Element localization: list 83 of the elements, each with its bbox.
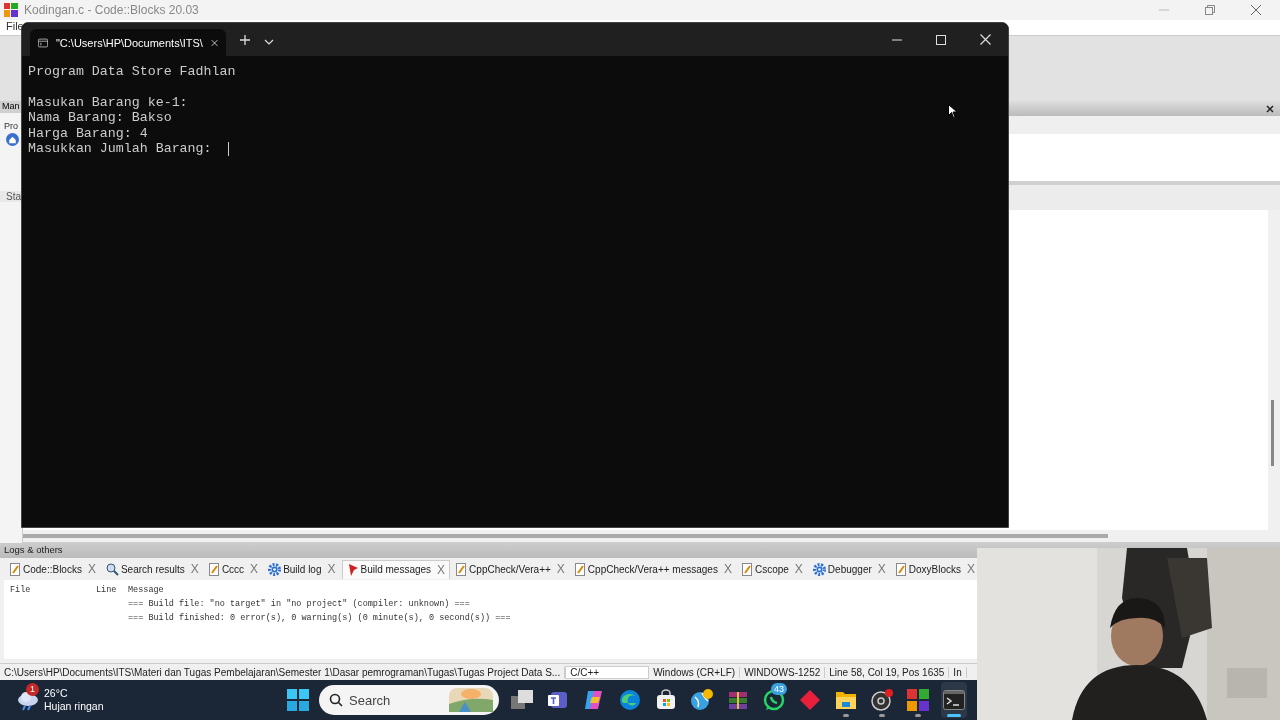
close-button[interactable]: X <box>327 562 336 576</box>
close-button[interactable]: X <box>794 562 803 576</box>
log-tab[interactable]: CppCheck/Vera++ messages X <box>570 560 736 578</box>
scrollbar[interactable] <box>1268 210 1280 530</box>
gear-icon <box>268 562 282 576</box>
console-line: Harga Barang: 4 <box>28 125 148 141</box>
window-title: Kodingan.c - Code::Blocks 20.03 <box>24 3 199 17</box>
terminal-tab[interactable]: "C:\Users\HP\Documents\ITS\ <box>30 29 226 56</box>
home-icon <box>6 133 19 146</box>
close-button[interactable]: X <box>877 562 886 576</box>
log-tab[interactable]: Cccc X <box>204 560 263 578</box>
console-icon <box>38 36 48 49</box>
books-icon <box>727 689 749 711</box>
start-icon[interactable] <box>287 689 309 711</box>
teams-icon <box>547 690 569 710</box>
close-button[interactable]: X <box>967 562 976 576</box>
column-header: Message <box>128 585 164 595</box>
search-icon <box>105 562 119 576</box>
close-button[interactable]: X <box>250 562 259 576</box>
restore-icon[interactable] <box>1204 4 1216 16</box>
pencil-icon <box>456 562 468 576</box>
log-tab[interactable]: Search results X <box>101 560 203 578</box>
terminal-icon <box>943 690 965 710</box>
build-message: === Build file: "no target" in "no project" (compiler: unknown) === <box>128 599 470 609</box>
scrollbar[interactable] <box>23 530 1280 543</box>
close-button[interactable]: X <box>437 562 446 577</box>
pencil-icon <box>10 562 21 576</box>
log-tab[interactable]: Build messages X <box>341 559 451 579</box>
maximize-icon[interactable] <box>936 35 946 45</box>
status-field: In <box>949 666 967 678</box>
close-button[interactable]: X <box>723 562 732 576</box>
status-field: WINDOWS-1252 <box>740 666 826 678</box>
pencil-icon <box>895 562 907 576</box>
console-line: Masukkan Jumlah Barang: <box>28 140 213 157</box>
folder-icon <box>835 690 857 710</box>
panel-tab[interactable]: Sta <box>0 191 22 202</box>
globe-icon <box>690 689 714 711</box>
log-tab[interactable]: CppCheck/Vera++ X <box>452 560 569 578</box>
build-message: === Build finished: 0 error(s), 0 warning(s) (0 minute(s), 0 second(s)) === <box>128 613 511 623</box>
pencil-icon <box>574 562 586 576</box>
windows-stack-icon <box>511 690 533 710</box>
panel-tab[interactable]: Man <box>0 101 22 113</box>
status-field: C/C++ <box>565 665 650 679</box>
log-tab[interactable]: Cscope X <box>737 560 807 578</box>
gear-icon <box>812 562 826 576</box>
text-cursor <box>227 141 229 156</box>
app-logo-icon <box>907 689 929 711</box>
pencil-icon <box>741 562 753 576</box>
mouse-pointer-icon <box>948 104 957 118</box>
plus-icon[interactable] <box>240 35 250 45</box>
log-tab[interactable]: Debugger X <box>808 560 890 578</box>
taskbar-app[interactable] <box>941 682 967 718</box>
notification-badge: 1 <box>26 683 39 696</box>
pin-icon <box>346 562 359 577</box>
search-icon <box>329 693 343 707</box>
console-line: Masukan Barang ke-1: <box>28 94 188 111</box>
status-field: Line 58, Col 19, Pos 1635 <box>825 666 950 678</box>
notification-badge: 43 <box>771 683 787 695</box>
status-field: Windows (CR+LF) <box>649 666 741 678</box>
column-header: Line <box>96 585 118 595</box>
menu-item[interactable]: File <box>6 20 24 35</box>
globe-swirl-icon <box>619 689 641 711</box>
weather-text: Hujan ringan <box>44 700 104 713</box>
shopping-bag-icon <box>655 689 677 711</box>
console-line: Nama Barang: Bakso <box>28 110 172 126</box>
column-header: File <box>9 585 32 595</box>
log-tab[interactable]: DoxyBlocks X <box>891 560 980 578</box>
pencil-icon <box>208 562 220 576</box>
tree-item[interactable]: Pro <box>0 113 22 131</box>
app-logo-icon <box>4 3 18 17</box>
camera-lens-icon <box>871 689 893 711</box>
close-icon[interactable] <box>1250 4 1262 16</box>
close-icon[interactable] <box>1266 104 1274 113</box>
log-tab[interactable]: Code::Blocks X <box>6 560 100 578</box>
close-button[interactable]: X <box>556 562 565 576</box>
chevron-down-icon[interactable] <box>264 39 274 45</box>
console-line: Program Data Store Fadhlan <box>28 64 236 80</box>
diamond-icon <box>799 689 821 711</box>
log-tab[interactable]: Build log X <box>264 560 340 578</box>
close-button[interactable]: X <box>190 562 199 576</box>
ribbon-icon <box>583 689 605 711</box>
temperature: 26°C <box>44 687 69 700</box>
close-button[interactable]: X <box>87 562 96 576</box>
